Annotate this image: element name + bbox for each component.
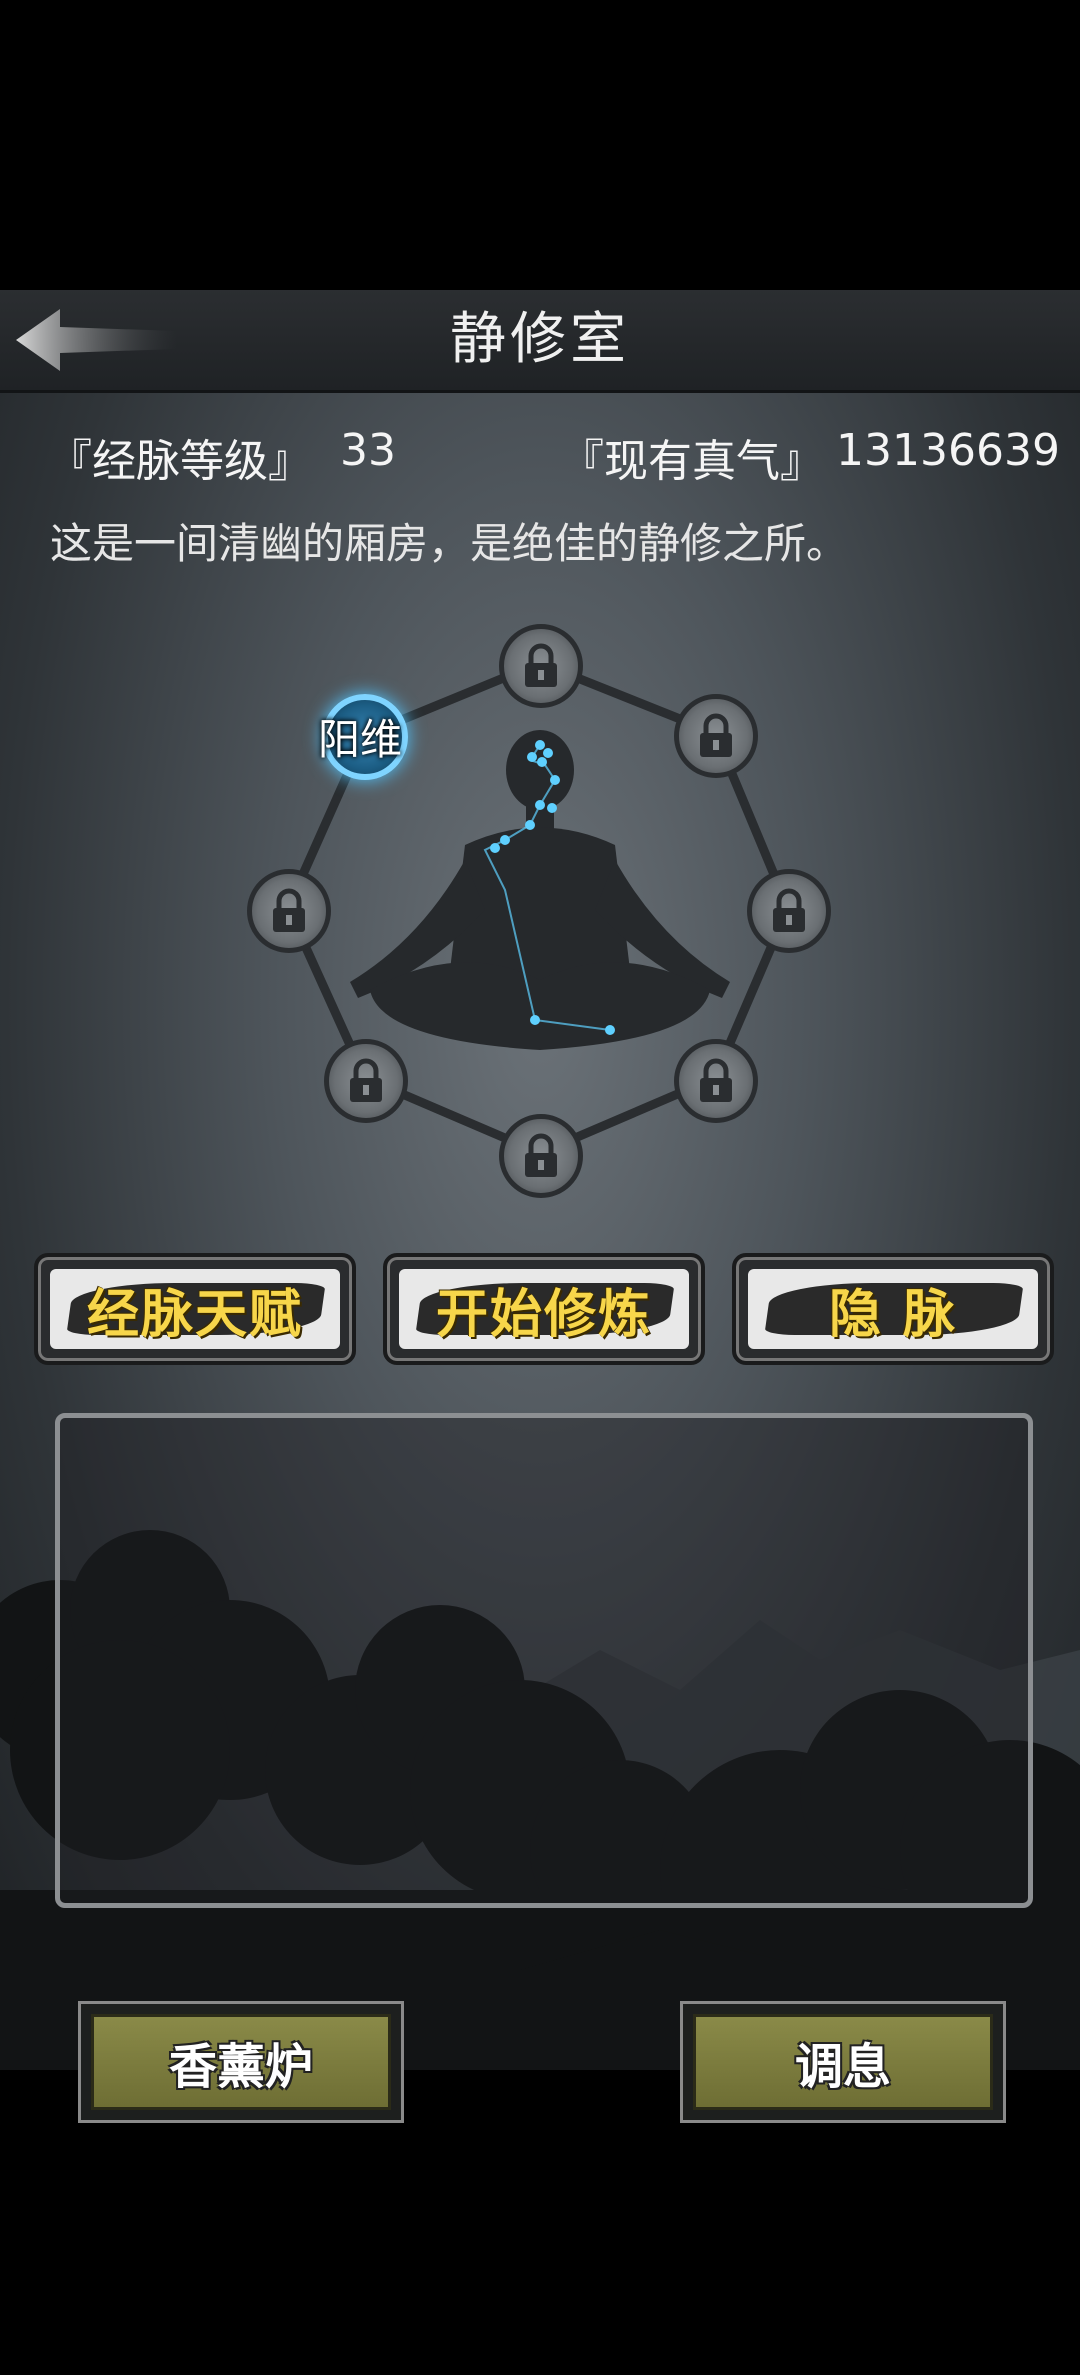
start-cultivation-button-label: 开始修炼 xyxy=(435,1284,652,1345)
meridian-node-label: 阳维 xyxy=(318,715,403,764)
start-cultivation-button[interactable]: 开始修炼 xyxy=(383,1253,705,1365)
meridian-node-top[interactable] xyxy=(499,624,583,708)
lock-icon xyxy=(350,1058,382,1102)
button-face: 隐 脉 xyxy=(748,1269,1038,1349)
hidden-meridian-button[interactable]: 隐 脉 xyxy=(732,1253,1054,1365)
lock-icon xyxy=(700,1058,732,1102)
room-description: 这是一间清幽的厢房，是绝佳的静修之所。 xyxy=(50,519,849,568)
message-log-panel xyxy=(55,1413,1033,1908)
meridian-node-upper-right[interactable] xyxy=(674,694,758,778)
rest-label: 调息 xyxy=(794,2039,891,2095)
lock-icon xyxy=(773,888,805,932)
lock-icon xyxy=(525,1133,557,1177)
lock-icon xyxy=(273,888,305,932)
button-face: 开始修炼 xyxy=(399,1269,689,1349)
page-title: 静修室 xyxy=(450,307,630,372)
meridian-node-bottom[interactable] xyxy=(499,1114,583,1198)
current-qi-label: 『现有真气』 xyxy=(560,436,824,487)
incense-burner-label: 香薰炉 xyxy=(168,2039,313,2095)
talent-button[interactable]: 经脉天赋 xyxy=(34,1253,356,1365)
meditation-figure xyxy=(350,730,730,1050)
meridian-node-lower-right[interactable] xyxy=(674,1039,758,1123)
meridian-level-label: 『经脉等级』 xyxy=(48,436,312,487)
meridian-node-lower-left[interactable] xyxy=(324,1039,408,1123)
lock-icon xyxy=(700,713,732,757)
meridian-level-value: 33 xyxy=(340,425,396,476)
lock-icon xyxy=(525,643,557,687)
hidden-meridian-button-label: 隐 脉 xyxy=(828,1284,958,1345)
button-face: 经脉天赋 xyxy=(50,1269,340,1349)
rest-button[interactable]: 调息 xyxy=(680,2001,1006,2123)
meridian-node-left[interactable] xyxy=(247,869,331,953)
incense-burner-button[interactable]: 香薰炉 xyxy=(78,2001,404,2123)
current-qi-value: 13136639 xyxy=(836,425,1060,476)
meridian-node-right[interactable] xyxy=(747,869,831,953)
talent-button-label: 经脉天赋 xyxy=(86,1284,303,1345)
